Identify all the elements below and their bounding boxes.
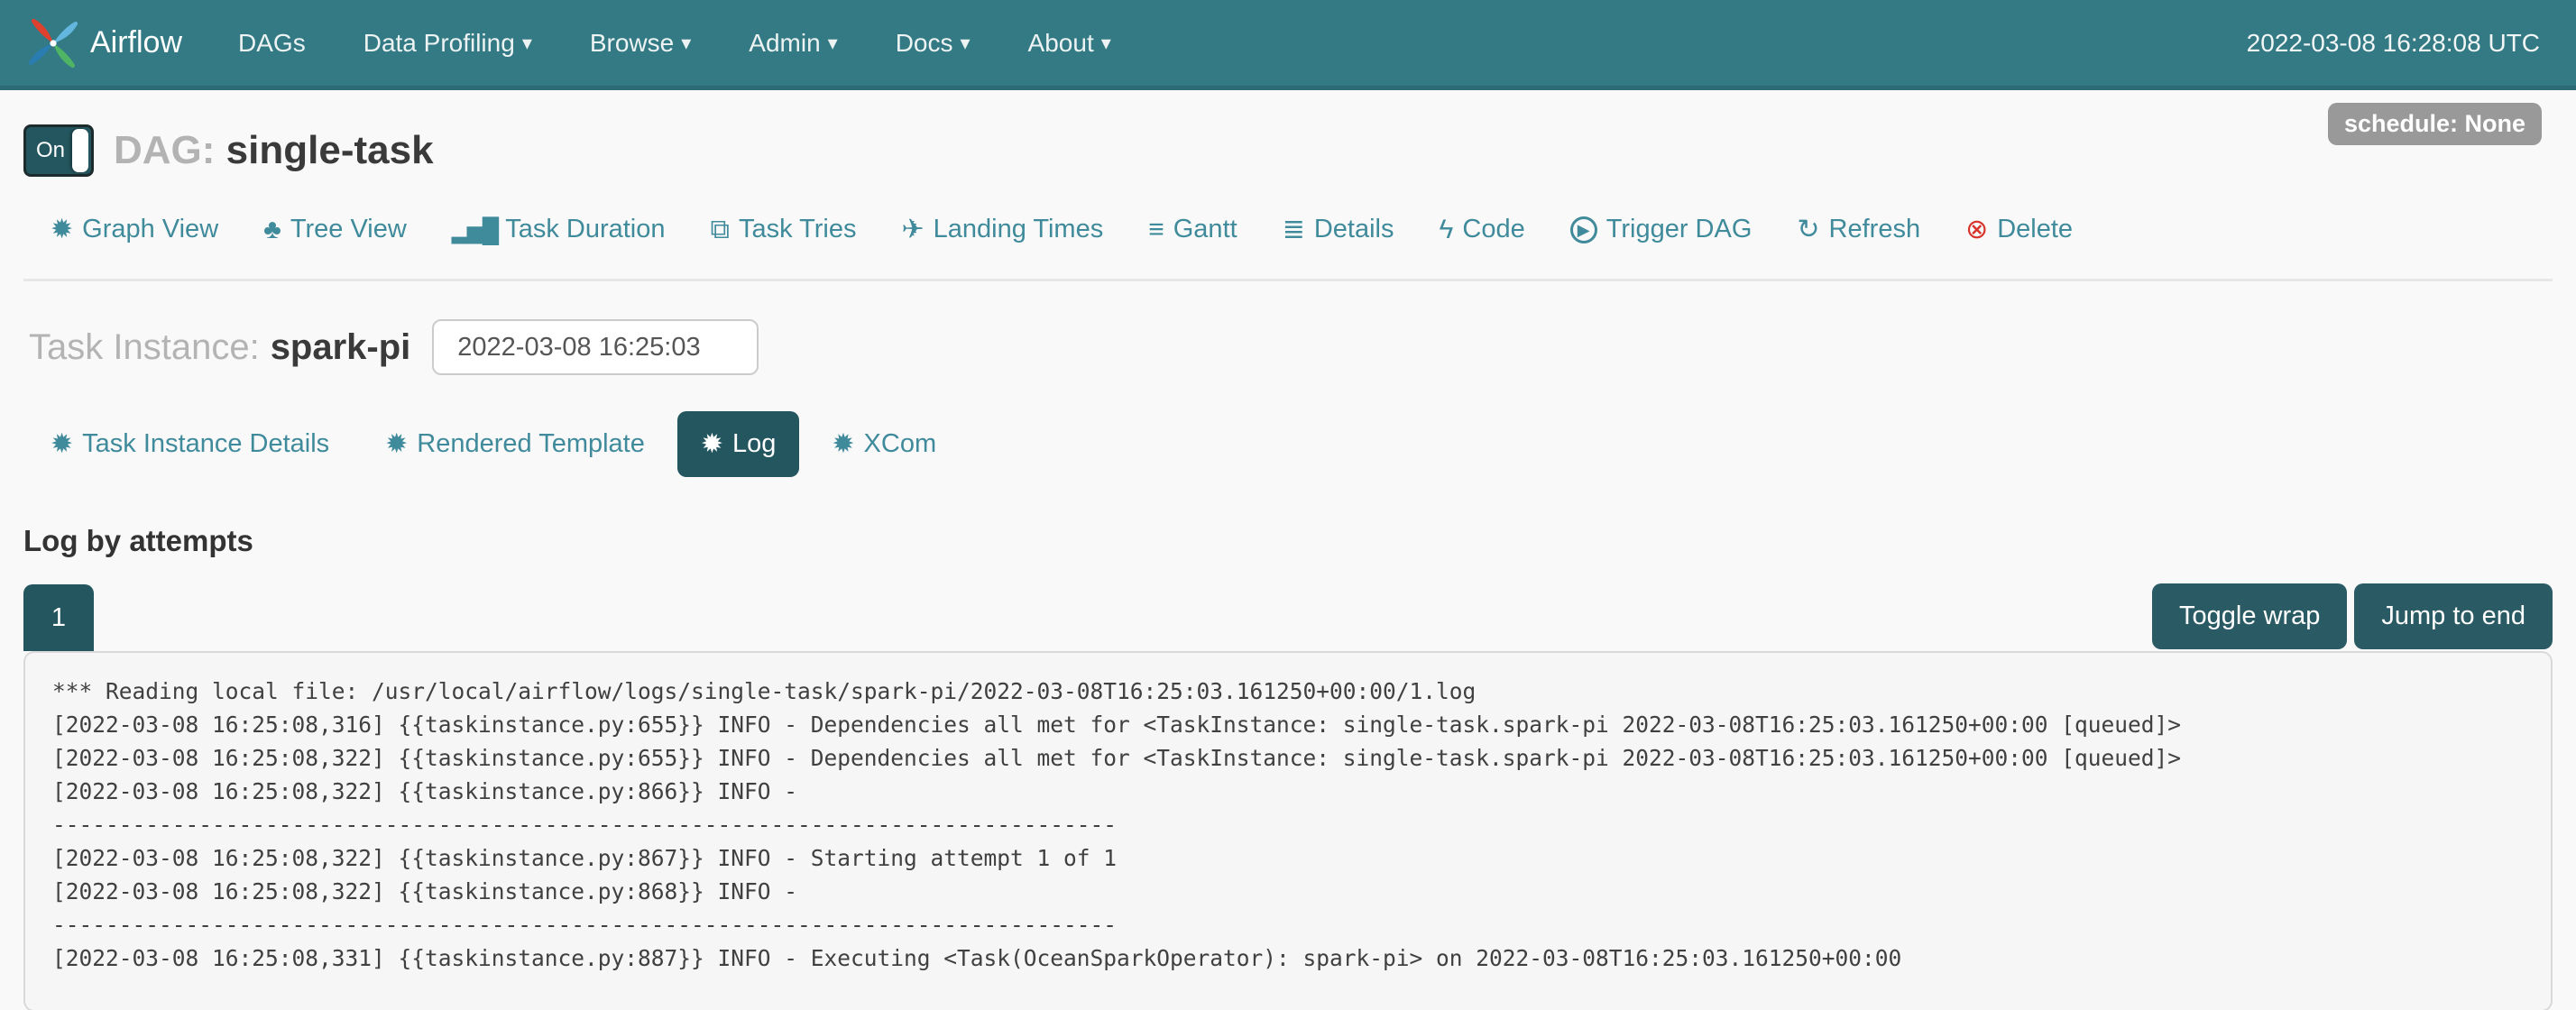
brand-label: Airflow (90, 25, 182, 60)
log-line: [2022-03-08 16:25:08,322] {{taskinstance… (52, 841, 2551, 875)
burst-icon: ✹ (51, 431, 73, 458)
button-refresh[interactable]: ↻ Refresh (1797, 215, 1920, 244)
tab-label: Rendered Template (417, 429, 645, 459)
divider (23, 279, 2553, 281)
burst-icon: ✹ (832, 431, 854, 458)
tab-label: XCom (864, 429, 937, 459)
toggle-knob (72, 129, 88, 172)
align-left-icon: ≡ (1148, 216, 1164, 243)
tab-xcom[interactable]: ✹ XCom (832, 429, 936, 459)
dag-header: On DAG: single-task schedule: None (23, 124, 2553, 177)
nav-label: Data Profiling (363, 29, 515, 58)
tab-rendered-template[interactable]: ✹ Rendered Template (385, 429, 645, 459)
log-line: *** Reading local file: /usr/local/airfl… (52, 675, 2551, 708)
chevron-down-icon: ▾ (522, 32, 532, 55)
airflow-brand[interactable]: Airflow (23, 14, 182, 73)
tab-tree-view[interactable]: ♣ Tree View (263, 215, 407, 244)
flash-icon: ϟ (1439, 216, 1453, 243)
nav-item-docs[interactable]: Docs ▾ (896, 29, 971, 58)
dag-name: single-task (226, 128, 434, 172)
tab-task-tries[interactable]: ⧉ Task Tries (711, 215, 857, 244)
tab-graph-view[interactable]: ✹ Graph View (51, 215, 218, 244)
utc-clock: 2022-03-08 16:28:08 UTC (2247, 29, 2540, 58)
bar-chart-icon: ▂▅█ (452, 218, 496, 242)
list-icon: ≣ (1283, 216, 1305, 243)
tab-label: Details (1314, 215, 1394, 244)
tab-task-instance-details[interactable]: ✹ Task Instance Details (51, 429, 329, 459)
plane-icon: ✈ (901, 216, 924, 243)
remove-circle-icon: ⊗ (1965, 216, 1988, 243)
graph-view-icon: ✹ (51, 216, 73, 243)
nav-label: Browse (590, 29, 674, 58)
toggle-wrap-button[interactable]: Toggle wrap (2152, 583, 2347, 649)
log-line: [2022-03-08 16:25:08,322] {{taskinstance… (52, 875, 2551, 908)
log-line: [2022-03-08 16:25:08,322] {{taskinstance… (52, 775, 2551, 808)
tab-label: Trigger DAG (1606, 215, 1753, 244)
tab-log[interactable]: ✹ Log (677, 411, 800, 477)
execution-date-input[interactable] (432, 319, 759, 375)
tab-label: Refresh (1829, 215, 1921, 244)
nav-item-admin[interactable]: Admin ▾ (749, 29, 837, 58)
button-trigger-dag[interactable]: ▶ Trigger DAG (1570, 215, 1753, 244)
tab-label: Task Duration (505, 215, 665, 244)
tab-task-duration[interactable]: ▂▅█ Task Duration (452, 215, 666, 244)
page-title: DAG: single-task (114, 128, 434, 173)
tab-gantt[interactable]: ≡ Gantt (1148, 215, 1237, 244)
tab-landing-times[interactable]: ✈ Landing Times (901, 215, 1103, 244)
button-delete-dag[interactable]: ⊗ Delete (1965, 215, 2073, 244)
tab-label: Landing Times (934, 215, 1104, 244)
tab-label: Tree View (290, 215, 407, 244)
log-output-panel[interactable]: *** Reading local file: /usr/local/airfl… (23, 651, 2553, 1010)
tree-view-icon: ♣ (263, 216, 281, 243)
nav-menu: DAGs Data Profiling ▾ Browse ▾ Admin ▾ Docs… (238, 29, 1169, 58)
task-instance-header: Task Instance: spark-pi (29, 319, 2553, 375)
log-line: [2022-03-08 16:25:08,322] {{taskinstance… (52, 741, 2551, 775)
task-instance-tabs: ✹ Task Instance Details ✹ Rendered Templ… (51, 411, 2553, 477)
attempt-toolbar: 1 Toggle wrap Jump to end (23, 583, 2553, 651)
chevron-down-icon: ▾ (828, 32, 838, 55)
refresh-icon: ↻ (1797, 216, 1819, 243)
tab-label: Delete (1997, 215, 2073, 244)
attempt-1-tab[interactable]: 1 (23, 584, 94, 651)
dag-pause-toggle[interactable]: On (23, 124, 94, 177)
play-circle-icon: ▶ (1570, 216, 1597, 243)
burst-icon: ✹ (385, 431, 408, 458)
duplicate-chart-icon: ⧉ (711, 216, 730, 243)
nav-item-dags[interactable]: DAGs (238, 29, 306, 58)
nav-label: About (1028, 29, 1094, 58)
log-line: ----------------------------------------… (52, 908, 2551, 941)
log-by-attempts-heading: Log by attempts (23, 524, 2553, 558)
tab-code[interactable]: ϟ Code (1439, 215, 1524, 244)
schedule-badge: schedule: None (2328, 103, 2542, 145)
airflow-pinwheel-logo (23, 14, 83, 73)
task-instance-name: spark-pi (271, 327, 411, 368)
dag-title-prefix: DAG: (114, 128, 215, 172)
burst-icon: ✹ (701, 431, 723, 458)
nav-label: Admin (749, 29, 820, 58)
chevron-down-icon: ▾ (1101, 32, 1111, 55)
task-instance-label: Task Instance: (29, 327, 260, 368)
tab-label: Graph View (82, 215, 218, 244)
tab-label: Task Tries (739, 215, 857, 244)
tab-label: Task Instance Details (82, 429, 329, 459)
dag-view-tabs: ✹ Graph View ♣ Tree View ▂▅█ Task Durati… (51, 215, 2553, 244)
tab-label: Gantt (1173, 215, 1237, 244)
log-line: [2022-03-08 16:25:08,316] {{taskinstance… (52, 708, 2551, 741)
top-navbar: Airflow DAGs Data Profiling ▾ Browse ▾ Adm… (0, 0, 2576, 90)
toggle-on-label: On (36, 138, 65, 163)
tab-label: Code (1462, 215, 1524, 244)
chevron-down-icon: ▾ (681, 32, 691, 55)
log-line: ----------------------------------------… (52, 808, 2551, 841)
chevron-down-icon: ▾ (961, 32, 971, 55)
nav-item-about[interactable]: About ▾ (1028, 29, 1111, 58)
nav-item-browse[interactable]: Browse ▾ (590, 29, 691, 58)
tab-details[interactable]: ≣ Details (1283, 215, 1394, 244)
tab-label: Log (732, 429, 776, 459)
nav-label: Docs (896, 29, 953, 58)
log-line: [2022-03-08 16:25:08,331] {{taskinstance… (52, 941, 2551, 975)
nav-item-data-profiling[interactable]: Data Profiling ▾ (363, 29, 532, 58)
nav-label: DAGs (238, 29, 306, 58)
jump-to-end-button[interactable]: Jump to end (2354, 583, 2553, 649)
